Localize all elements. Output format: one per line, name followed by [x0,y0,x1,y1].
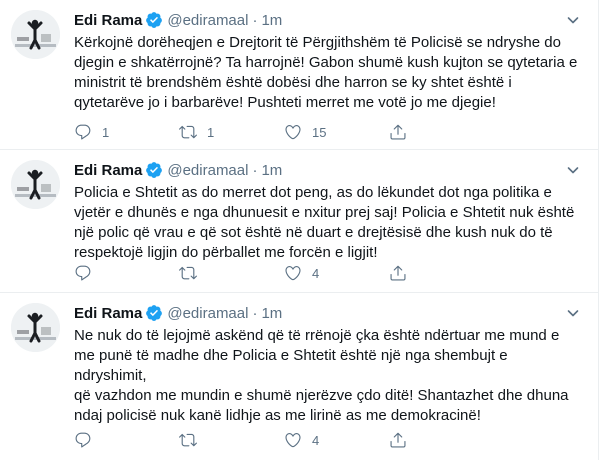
tweet-text: Policia e Shtetit as do merret dot peng,… [74,183,581,263]
author-name[interactable]: Edi Rama [74,305,142,322]
like-count: 4 [312,432,320,448]
like-count: 4 [312,265,320,281]
tweet-text-line: respektojë ligjin do përballet me forcën… [74,244,378,261]
share-icon [390,124,406,140]
author-name[interactable]: Edi Rama [74,12,142,29]
share-button[interactable] [389,430,494,450]
verified-badge-icon [146,305,163,321]
chevron-down-icon[interactable] [565,12,581,28]
chevron-down-icon[interactable] [565,305,581,321]
like-button[interactable]: 4 [284,430,389,450]
reply-icon [75,432,91,448]
tweet-text-line: një polic që vrau e që sot është në duar… [74,224,553,241]
tweet-header: Edi Rama @ediramaal · 1m [74,303,581,323]
avatar[interactable] [11,303,60,352]
retweet-button[interactable] [179,263,284,283]
tweet-text-line: ndaj policisë nuk kanë lidhje as me liri… [74,407,481,424]
like-count: 15 [312,124,327,140]
verified-badge-icon [146,162,163,178]
tweet-header: Edi Rama @ediramaal · 1m [74,10,581,30]
tweet[interactable]: Edi Rama @ediramaal · 1m Kërkojnë dorëhe… [0,0,599,150]
retweet-button[interactable]: 1 [179,122,284,142]
tweet-text-line: që vazhdon me mundin e shumë njerëzve çd… [74,387,569,404]
like-button[interactable]: 4 [284,263,389,283]
avatar-image [11,303,60,352]
retweet-button[interactable] [179,430,284,450]
tweet-text-line: ministrit të brendshëm është dobësi dhe … [74,74,512,91]
tweet-content: Edi Rama @ediramaal · 1m Ne nuk do të le… [74,303,581,426]
share-button[interactable] [389,122,494,142]
share-icon [390,432,406,448]
retweet-icon [179,433,197,447]
timestamp[interactable]: 1m [261,12,282,29]
timestamp[interactable]: 1m [261,305,282,322]
retweet-count: 1 [207,124,215,140]
tweet-text: Ne nuk do të lejojmë askënd që të rrënoj… [74,326,581,426]
avatar[interactable] [11,10,60,59]
reply-count: 1 [102,124,110,140]
tweet-text-line: qytetarëve jo i barbarëve! Pushteti merr… [74,94,496,111]
tweet-text-line: vjetër e dhunës e nga dhunuesit e nxitur… [74,204,575,221]
tweet-actions: 4 [74,263,494,283]
author-handle[interactable]: @ediramaal [167,12,248,29]
like-button[interactable]: 15 [284,122,389,142]
avatar[interactable] [11,160,60,209]
heart-icon [285,433,301,448]
separator: · [252,11,258,29]
share-button[interactable] [389,263,494,283]
tweet-text-line: me punë të madhe dhe Policia e Shtetit ë… [74,347,508,384]
avatar-image [11,160,60,209]
share-icon [390,265,406,281]
separator: · [252,304,258,322]
tweet-text: Kërkojnë dorëheqjen e Drejtorit të Përgj… [74,33,581,113]
timeline: Edi Rama @ediramaal · 1m Kërkojnë dorëhe… [0,0,599,460]
tweet-actions: 1 1 15 [74,122,494,142]
tweet-content: Edi Rama @ediramaal · 1m Policia e Shtet… [74,160,581,263]
retweet-icon [179,125,197,139]
tweet-text-line: Ne nuk do të lejojmë askënd që të rrënoj… [74,327,560,344]
separator: · [252,161,258,179]
timestamp[interactable]: 1m [261,162,282,179]
tweet-text-line: Policia e Shtetit as do merret dot peng,… [74,184,552,201]
tweet-text-line: Kërkojnë dorëheqjen e Drejtorit të Përgj… [74,34,561,51]
reply-button[interactable]: 1 [74,122,179,142]
tweet-content: Edi Rama @ediramaal · 1m Kërkojnë dorëhe… [74,10,581,113]
tweet[interactable]: Edi Rama @ediramaal · 1m Ne nuk do të le… [0,293,599,460]
author-handle[interactable]: @ediramaal [167,162,248,179]
tweet[interactable]: Edi Rama @ediramaal · 1m Policia e Shtet… [0,150,599,293]
avatar-image [11,10,60,59]
reply-button[interactable] [74,430,179,450]
chevron-down-icon[interactable] [565,162,581,178]
author-handle[interactable]: @ediramaal [167,305,248,322]
heart-icon [285,266,301,281]
tweet-actions: 4 [74,430,494,450]
verified-badge-icon [146,12,163,28]
reply-icon [75,124,91,140]
author-name[interactable]: Edi Rama [74,162,142,179]
reply-icon [75,265,91,281]
heart-icon [285,125,301,140]
tweet-text-line: djegin e shkatërrojnë? Ta harrojnë! Gabo… [74,54,578,71]
tweet-header: Edi Rama @ediramaal · 1m [74,160,581,180]
reply-button[interactable] [74,263,179,283]
retweet-icon [179,266,197,280]
